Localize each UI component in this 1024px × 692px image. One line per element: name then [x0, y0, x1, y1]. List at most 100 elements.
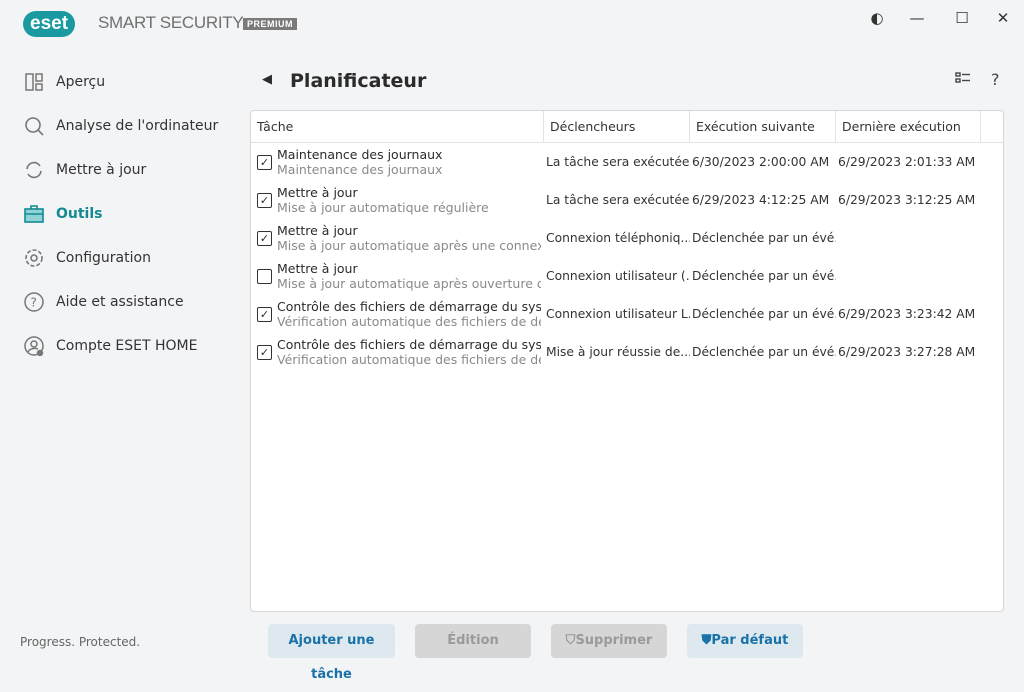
next-run-cell: 6/29/2023 4:12:25 AM: [692, 193, 830, 207]
task-text: Mettre à jour Mise à jour automatique apr…: [277, 261, 541, 291]
last-run-cell: 6/29/2023 3:27:28 AM: [838, 345, 976, 359]
trigger-cell: Connexion utilisateur L...: [546, 307, 690, 321]
sidebar-item-label: Configuration: [56, 250, 151, 266]
task-cell: ✓ Contrôle des fichiers de démarrage du s…: [251, 299, 544, 329]
column-header-triggers[interactable]: Déclencheurs: [544, 111, 690, 142]
task-description: Mise à jour automatique après ouverture …: [277, 276, 541, 291]
task-name: Mettre à jour: [277, 261, 358, 276]
task-name: Mettre à jour: [277, 223, 358, 238]
task-text: Maintenance des journaux Maintenance des …: [277, 147, 541, 177]
table-row[interactable]: ✓ Contrôle des fichiers de démarrage du s…: [251, 295, 1003, 333]
trigger-cell: La tâche sera exécutée...: [546, 193, 690, 207]
task-text: Contrôle des fichiers de démarrage du sy…: [277, 337, 541, 367]
task-enabled-checkbox[interactable]: ✓: [257, 192, 272, 208]
search-icon: [24, 116, 44, 136]
add-task-button[interactable]: Ajouter une tâche: [268, 624, 395, 682]
task-cell: Mettre à jour Mise à jour automatique apr…: [251, 261, 544, 291]
toolbox-icon: [24, 204, 44, 224]
task-enabled-checkbox[interactable]: ✓: [257, 154, 272, 170]
edit-button[interactable]: Édition: [415, 624, 531, 658]
table-header: Tâche Déclencheurs Exécution suivante De…: [251, 111, 1003, 143]
task-description: Maintenance des journaux: [277, 162, 443, 177]
task-enabled-checkbox[interactable]: ✓: [257, 230, 272, 246]
back-button[interactable]: ◀: [262, 72, 272, 87]
next-run-cell: Déclenchée par un évé...: [692, 307, 836, 321]
trigger-cell: Connexion utilisateur (...: [546, 269, 690, 283]
task-cell: ✓ Contrôle des fichiers de démarrage du s…: [251, 337, 544, 367]
shield-icon: ⛊: [701, 633, 712, 648]
sidebar-item-configuration[interactable]: Configuration: [0, 236, 240, 280]
column-header-last-run[interactable]: Dernière exécution: [836, 111, 981, 142]
column-header-task[interactable]: Tâche: [251, 111, 544, 142]
sidebar: Aperçu Analyse de l'ordinateur Mettre à …: [0, 60, 240, 368]
task-cell: ✓ Mettre à jour Mise à jour automatique ré…: [251, 185, 544, 215]
help-icon: ?: [24, 292, 44, 312]
gear-icon: [24, 248, 44, 268]
trigger-cell: Mise à jour réussie de...: [546, 345, 690, 359]
product-name: SMART SECURITY: [98, 13, 244, 32]
shield-icon: ⛉: [565, 633, 576, 648]
task-enabled-checkbox[interactable]: ✓: [257, 306, 272, 322]
delete-label: Supprimer: [575, 633, 653, 648]
column-header-next-run[interactable]: Exécution suivante: [690, 111, 836, 142]
scheduler-table: Tâche Déclencheurs Exécution suivante De…: [250, 110, 1004, 612]
sidebar-item-compte[interactable]: Compte ESET HOME: [0, 324, 240, 368]
sidebar-item-label: Aide et assistance: [56, 294, 184, 310]
task-cell: ✓ Maintenance des journaux Maintenance des…: [251, 147, 544, 177]
task-text: Mettre à jour Mise à jour automatique apr…: [277, 223, 541, 253]
sidebar-item-label: Outils: [56, 206, 103, 222]
delete-button[interactable]: ⛉Supprimer: [551, 624, 667, 658]
task-name: Mettre à jour: [277, 185, 358, 200]
minimize-button[interactable]: —: [907, 8, 927, 28]
sidebar-item-aide[interactable]: ? Aide et assistance: [0, 280, 240, 324]
theme-toggle-icon[interactable]: ◐: [867, 8, 887, 28]
last-run-cell: 6/29/2023 3:23:42 AM: [838, 307, 976, 321]
sidebar-item-update[interactable]: Mettre à jour: [0, 148, 240, 192]
sidebar-item-apercu[interactable]: Aperçu: [0, 60, 240, 104]
trigger-cell: La tâche sera exécutée...: [546, 155, 690, 169]
sidebar-item-outils[interactable]: Outils: [0, 192, 240, 236]
task-description: Vérification automatique des fichiers de…: [277, 314, 541, 329]
task-name: Maintenance des journaux: [277, 147, 443, 162]
default-label: Par défaut: [711, 633, 789, 648]
task-description: Mise à jour automatique régulière: [277, 200, 489, 215]
trigger-cell: Connexion téléphoniq...: [546, 231, 690, 245]
refresh-icon: [24, 160, 44, 180]
table-row[interactable]: ✓ Maintenance des journaux Maintenance des…: [251, 143, 1003, 181]
view-toggle-icon[interactable]: [955, 70, 971, 89]
table-row[interactable]: ✓ Mettre à jour Mise à jour automatique ap…: [251, 219, 1003, 257]
eset-logo: eset: [23, 11, 76, 37]
table-row[interactable]: ✓ Contrôle des fichiers de démarrage du s…: [251, 333, 1003, 371]
sidebar-item-analyse[interactable]: Analyse de l'ordinateur: [0, 104, 240, 148]
task-description: Mise à jour automatique après une connex…: [277, 238, 541, 253]
svg-text:?: ?: [31, 296, 37, 310]
task-text: Contrôle des fichiers de démarrage du sy…: [277, 299, 541, 329]
dashboard-icon: [24, 72, 44, 92]
next-run-cell: Déclenchée par un évé...: [692, 345, 836, 359]
task-name: Contrôle des fichiers de démarrage du sy…: [277, 337, 541, 352]
page-title: Planificateur: [290, 70, 427, 92]
help-button[interactable]: ?: [991, 70, 1000, 89]
sidebar-item-label: Aperçu: [56, 74, 106, 90]
task-text: Mettre à jour Mise à jour automatique rég…: [277, 185, 541, 215]
next-run-cell: Déclenchée par un évé...: [692, 269, 836, 283]
task-enabled-checkbox[interactable]: [257, 268, 272, 284]
task-name: Contrôle des fichiers de démarrage du sy…: [277, 299, 541, 314]
sidebar-item-label: Mettre à jour: [56, 162, 147, 178]
task-cell: ✓ Mettre à jour Mise à jour automatique ap…: [251, 223, 544, 253]
task-enabled-checkbox[interactable]: ✓: [257, 344, 272, 360]
tagline: Progress. Protected.: [20, 635, 141, 649]
next-run-cell: Déclenchée par un évé...: [692, 231, 836, 245]
sidebar-item-label: Compte ESET HOME: [56, 338, 198, 354]
table-row[interactable]: ✓ Mettre à jour Mise à jour automatique ré…: [251, 181, 1003, 219]
close-button[interactable]: ✕: [993, 8, 1013, 28]
maximize-button[interactable]: ☐: [952, 8, 972, 28]
sidebar-item-label: Analyse de l'ordinateur: [56, 118, 219, 134]
last-run-cell: 6/29/2023 2:01:33 AM: [838, 155, 976, 169]
edition-badge: PREMIUM: [243, 18, 297, 30]
account-icon: [24, 336, 44, 356]
table-row[interactable]: Mettre à jour Mise à jour automatique apr…: [251, 257, 1003, 295]
task-description: Vérification automatique des fichiers de…: [277, 352, 541, 367]
default-button[interactable]: ⛊Par défaut: [687, 624, 803, 658]
next-run-cell: 6/30/2023 2:00:00 AM: [692, 155, 830, 169]
